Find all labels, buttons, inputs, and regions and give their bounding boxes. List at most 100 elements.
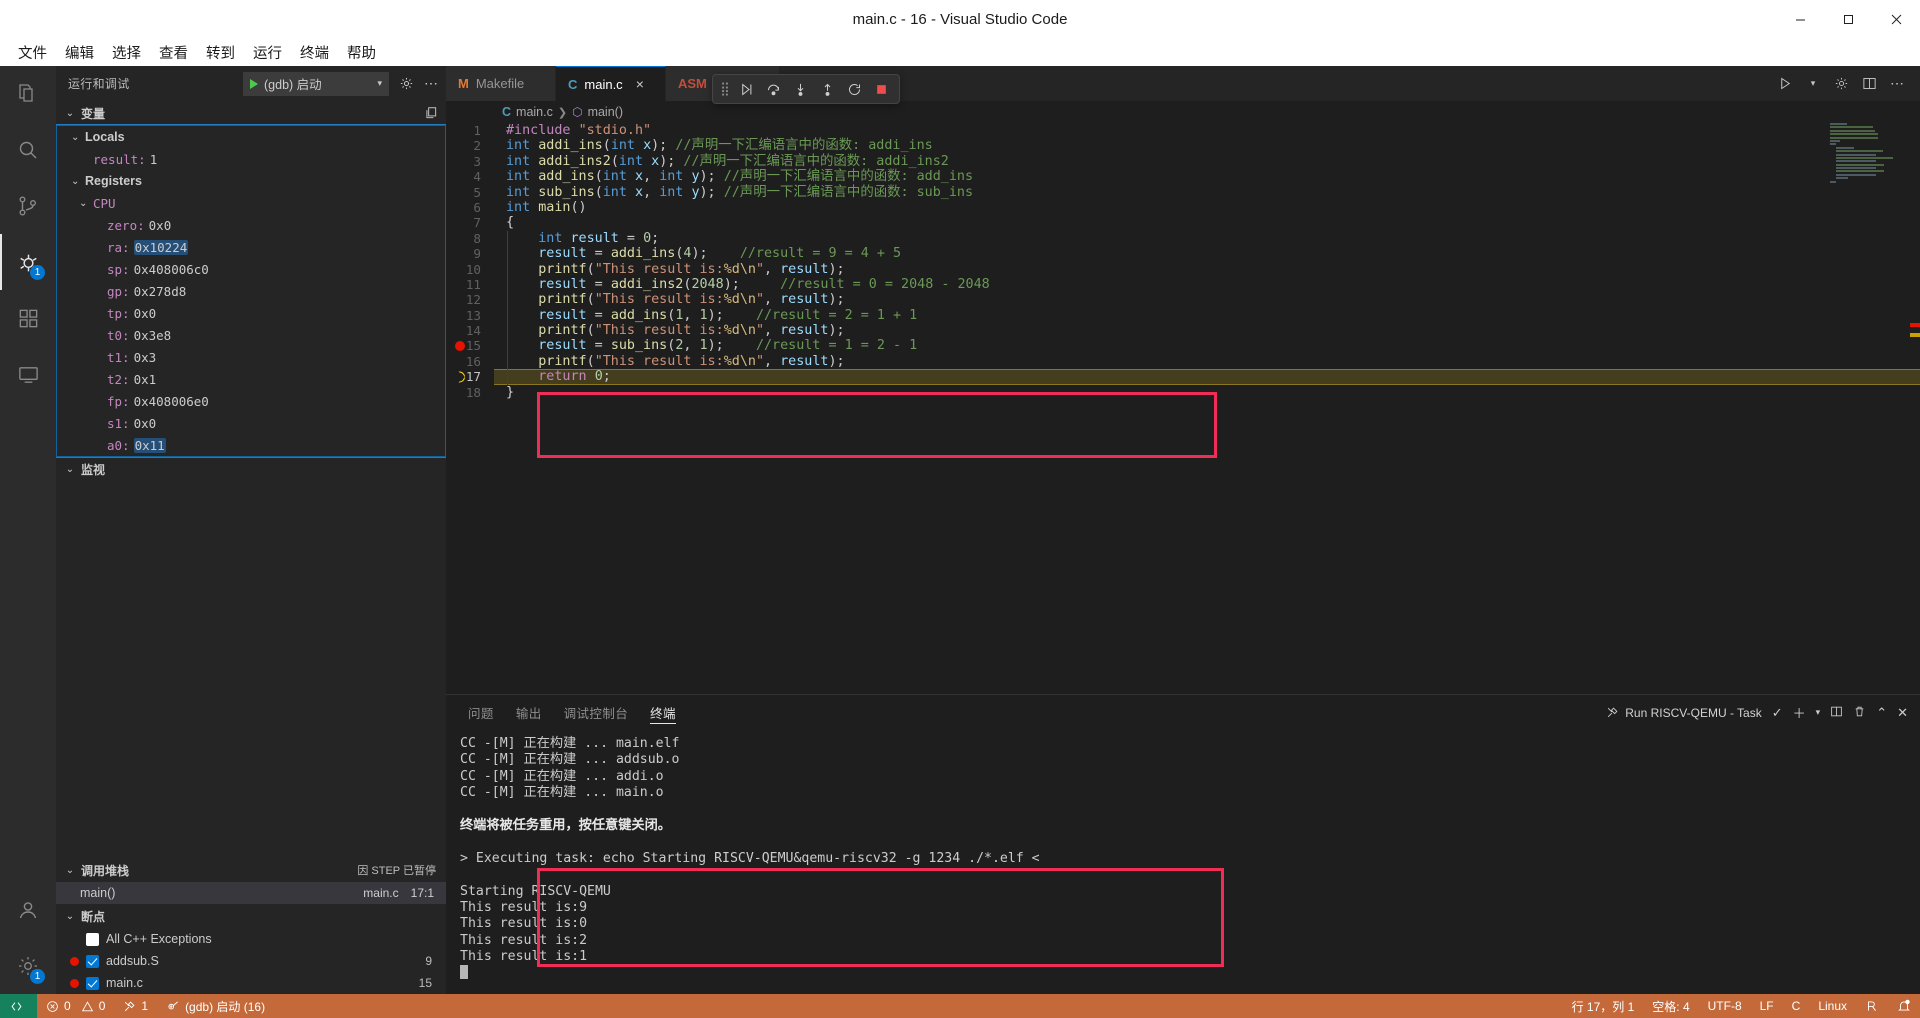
variable-row[interactable]: ⌄CPU [57,192,445,214]
variable-row[interactable]: gp:0x278d8 [57,280,445,302]
breakpoint-row[interactable]: main.c15 [56,972,446,994]
menu-run[interactable]: 运行 [245,39,290,66]
code-line[interactable]: 16 printf("This result is:%d\n", result)… [446,354,1920,369]
split-terminal-icon[interactable] [1830,705,1843,721]
code-line[interactable]: 12 printf("This result is:%d\n", result)… [446,292,1920,307]
breakpoint-row[interactable]: addsub.S9 [56,950,446,972]
eol[interactable]: LF [1751,994,1783,1018]
line-number[interactable]: 3 [446,154,494,169]
code-line[interactable]: 2int addi_ins(int x); //声明一下汇编语言中的函数: ad… [446,138,1920,153]
step-out-button[interactable] [815,77,839,101]
minimize-button[interactable] [1776,0,1824,38]
ports-status[interactable]: 1 [114,994,157,1018]
accounts-icon[interactable] [0,882,56,938]
variable-value[interactable]: 0x11 [134,438,166,453]
menu-file[interactable]: 文件 [10,39,55,66]
drag-handle-icon[interactable]: ⣿ [719,81,731,97]
code-line[interactable]: 4int add_ins(int x, int y); //声明一下汇编语言中的… [446,169,1920,184]
variable-value[interactable]: 0x278d8 [134,284,187,299]
variables-pane-header[interactable]: ⌄ 变量 [56,101,446,125]
code-line[interactable]: 18} [446,385,1920,400]
editor-more-actions-icon[interactable]: ⋯ [1884,71,1910,97]
run-and-debug-icon[interactable]: 1 [0,234,56,290]
step-into-button[interactable] [788,77,812,101]
variable-row[interactable]: t1:0x3 [57,346,445,368]
variable-row[interactable]: fp:0x408006e0 [57,390,445,412]
line-number[interactable]: 18 [446,385,494,400]
callstack-pane-header[interactable]: ⌄ 调用堆栈 因 STEP 已暂停 [56,858,446,882]
chevron-down-icon[interactable]: ⌄ [71,132,85,143]
cursor-position[interactable]: 行 17，列 1 [1563,994,1644,1018]
line-number[interactable]: 10 [446,262,494,277]
variable-value[interactable]: 0x10224 [134,240,189,255]
variable-row[interactable]: t2:0x1 [57,368,445,390]
menu-terminal[interactable]: 终端 [292,39,337,66]
tab-debug-console[interactable]: 调试控制台 [564,695,629,730]
code-line[interactable]: 6int main() [446,200,1920,215]
tab-problems[interactable]: 问题 [468,695,494,730]
line-number[interactable]: 9 [446,246,494,261]
variable-row[interactable]: t0:0x3e8 [57,324,445,346]
code-line[interactable]: 13 result = add_ins(1, 1); //result = 2 … [446,308,1920,323]
code-line[interactable]: 8 int result = 0; [446,231,1920,246]
line-number[interactable]: 15 [446,338,494,353]
problems-status[interactable]: 0 0 [37,994,114,1018]
variables-tree[interactable]: ⌄Localsresult:1⌄Registers⌄CPUzero:0x0ra:… [56,125,446,457]
terminal-output[interactable]: CC -[M] 正在构建 ... main.elfCC -[M] 正在构建 ..… [446,730,1920,994]
menu-edit[interactable]: 编辑 [57,39,102,66]
close-icon[interactable]: × [636,76,644,92]
variable-row[interactable]: ra:0x10224 [57,236,445,258]
kill-terminal-icon[interactable] [1853,705,1866,721]
maximize-button[interactable] [1824,0,1872,38]
line-number[interactable]: 7 [446,215,494,230]
variable-value[interactable]: 0x408006e0 [134,394,209,409]
editor-scrollbar[interactable] [1906,123,1920,694]
notifications-bell-icon[interactable] [1888,994,1920,1018]
extensions-icon[interactable] [0,290,56,346]
chevron-down-icon[interactable]: ▾ [1800,71,1826,97]
chevron-down-icon[interactable]: ⌄ [71,176,85,187]
line-number[interactable]: 17 [446,369,494,384]
line-number[interactable]: 6 [446,200,494,215]
restart-button[interactable] [842,77,866,101]
code-line[interactable]: 11 result = addi_ins2(2048); //result = … [446,277,1920,292]
debug-toolbar[interactable]: ⣿ [712,74,900,104]
variable-value[interactable]: 0x3e8 [134,328,172,343]
line-number[interactable]: 12 [446,292,494,307]
code-line[interactable]: 1#include "stdio.h" [446,123,1920,138]
step-over-button[interactable] [761,77,785,101]
start-debug-icon[interactable] [250,79,258,89]
close-button[interactable] [1872,0,1920,38]
remote-host-indicator[interactable] [0,994,37,1018]
variable-value[interactable]: 0x1 [134,372,157,387]
variables-copy-icon[interactable] [424,106,438,120]
sidebar-more-actions-icon[interactable]: ⋯ [424,75,438,92]
line-number[interactable]: 8 [446,231,494,246]
code-line[interactable]: 15 result = sub_ins(2, 1); //result = 1 … [446,338,1920,353]
breakpoint-checkbox[interactable] [86,955,99,968]
chevron-down-icon[interactable]: ▾ [1816,707,1821,718]
variable-value[interactable]: 0x0 [134,416,157,431]
code-line[interactable]: 9 result = addi_ins(4); //result = 9 = 4… [446,246,1920,261]
line-number[interactable]: 16 [446,354,494,369]
variable-row[interactable]: ⌄Registers [57,170,445,192]
line-number[interactable]: 5 [446,185,494,200]
code-line[interactable]: 7{ [446,215,1920,230]
menu-view[interactable]: 查看 [151,39,196,66]
line-number[interactable]: 1 [446,123,494,138]
code-line[interactable]: 17 return 0; [446,369,1920,384]
open-launch-json-gear-icon[interactable] [399,76,414,91]
menu-go[interactable]: 转到 [198,39,243,66]
debug-session-status[interactable]: (gdb) 启动 (16) [157,994,274,1018]
line-number[interactable]: 11 [446,277,494,292]
breadcrumb-symbol[interactable]: main() [588,105,623,119]
breadcrumb-file[interactable]: main.c [516,105,553,119]
variable-value[interactable]: 1 [150,152,158,167]
tab-makefile[interactable]: M Makefile [446,66,556,101]
variable-row[interactable]: a0:0x11 [57,434,445,456]
callstack-frame[interactable]: main() main.c 17:1 [56,882,446,904]
variable-row[interactable]: s1:0x0 [57,412,445,434]
settings-gear-icon[interactable] [1828,71,1854,97]
breakpoint-dot-icon[interactable] [455,341,465,351]
code-line[interactable]: 10 printf("This result is:%d\n", result)… [446,262,1920,277]
